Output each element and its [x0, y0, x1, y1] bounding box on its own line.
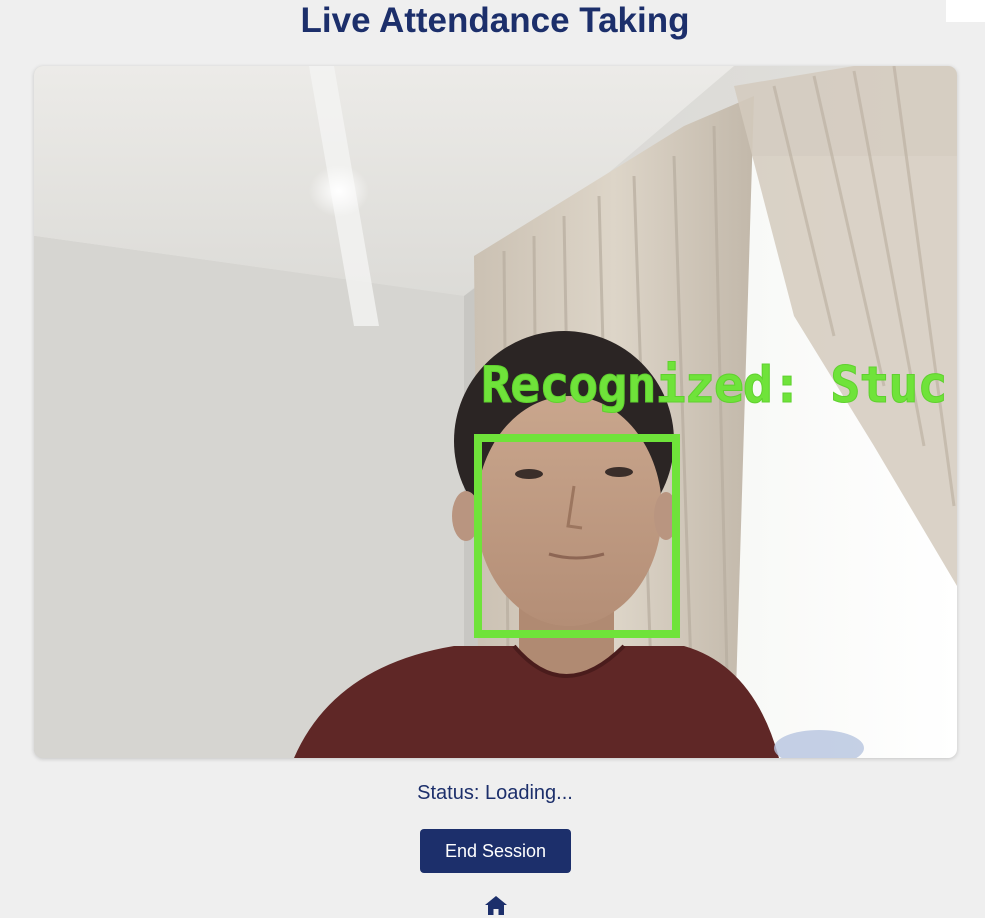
- home-icon: [485, 896, 507, 915]
- status-text: Status: Loading...: [417, 782, 573, 804]
- recognition-label: Recognized: Stuc: [481, 356, 949, 415]
- end-session-button[interactable]: End Session: [420, 829, 571, 873]
- home-link[interactable]: [484, 894, 508, 916]
- attendance-page: Live Attendance Taking Recognized: Stuc …: [0, 0, 985, 918]
- page-title: Live Attendance Taking: [300, 1, 690, 40]
- camera-feed: Recognized: Stuc: [34, 66, 957, 758]
